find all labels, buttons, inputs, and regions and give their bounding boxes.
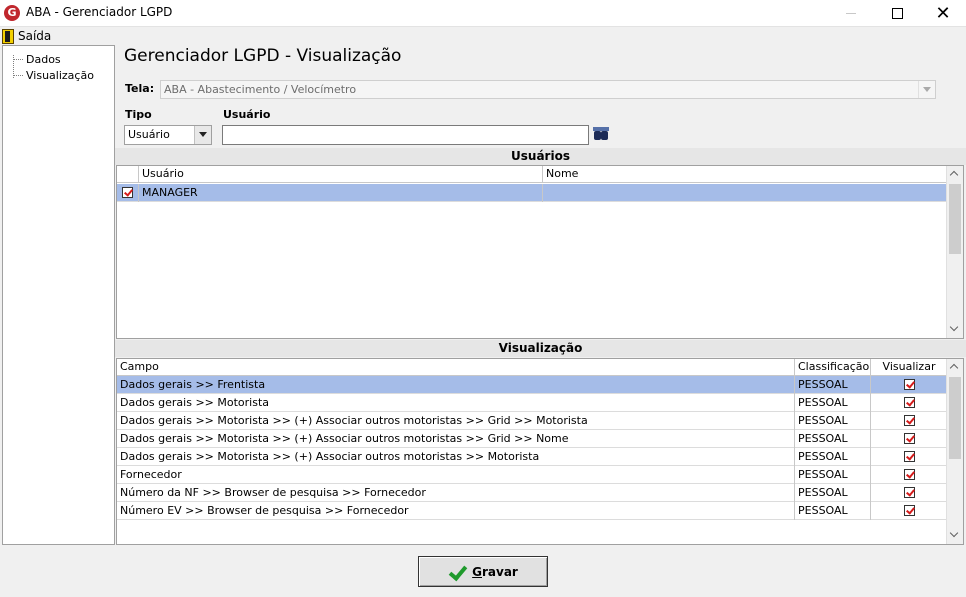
app-logo-icon: G: [4, 5, 20, 21]
usuarios-scrollbar[interactable]: [946, 166, 963, 338]
checkbox-checked-icon[interactable]: [903, 414, 915, 426]
menu-item-exit-label: Saída: [18, 29, 52, 43]
cell-campo: Número EV >> Browser de pesquisa >> Forn…: [117, 502, 795, 520]
exit-door-icon: [2, 28, 14, 44]
column-header-nome[interactable]: Nome: [543, 166, 948, 183]
cell-classificacao: PESSOAL: [795, 448, 871, 466]
cell-classificacao: PESSOAL: [795, 376, 871, 394]
table-row[interactable]: Número EV >> Browser de pesquisa >> Forn…: [117, 502, 948, 520]
cell-visualizar[interactable]: [871, 412, 948, 430]
cell-usuario: MANAGER: [139, 184, 543, 202]
checkbox-checked-icon[interactable]: [903, 504, 915, 516]
cell-visualizar[interactable]: [871, 484, 948, 502]
tipo-label: Tipo: [125, 108, 152, 121]
cell-visualizar[interactable]: [871, 376, 948, 394]
cell-visualizar[interactable]: [871, 502, 948, 520]
checkbox-checked-icon[interactable]: [903, 468, 915, 480]
page-title: Gerenciador LGPD - Visualização: [124, 46, 402, 66]
title-bar: G ABA - Gerenciador LGPD ✕: [0, 0, 966, 27]
cell-campo: Fornecedor: [117, 466, 795, 484]
cell-classificacao: PESSOAL: [795, 466, 871, 484]
save-button[interactable]: Gravar: [418, 556, 548, 587]
checkbox-checked-icon[interactable]: [903, 450, 915, 462]
usuarios-grid: Usuário Nome MANAGER: [116, 165, 964, 339]
cell-campo: Dados gerais >> Motorista >> (+) Associa…: [117, 412, 795, 430]
visualizacao-section-header: Visualização: [115, 340, 966, 357]
checkbox-checked-icon[interactable]: [903, 486, 915, 498]
cell-campo: Dados gerais >> Frentista: [117, 376, 795, 394]
cell-visualizar[interactable]: [871, 448, 948, 466]
close-button[interactable]: ✕: [920, 0, 966, 27]
chevron-down-icon[interactable]: [918, 81, 935, 98]
table-row[interactable]: Número da NF >> Browser de pesquisa >> F…: [117, 484, 948, 502]
save-button-label: Gravar: [472, 564, 518, 579]
table-row[interactable]: Dados gerais >> Motorista >> (+) Associa…: [117, 448, 948, 466]
binoculars-search-icon[interactable]: [593, 127, 609, 141]
tipo-select[interactable]: Usuário: [124, 125, 212, 145]
cell-classificacao: PESSOAL: [795, 394, 871, 412]
usuario-search-input[interactable]: [222, 125, 589, 145]
tree-item-visualizacao[interactable]: Visualização: [13, 68, 94, 82]
cell-campo: Dados gerais >> Motorista: [117, 394, 795, 412]
column-header-visualizar[interactable]: Visualizar: [871, 359, 948, 376]
tela-select-value: ABA - Abastecimento / Velocímetro: [164, 83, 357, 96]
visualizacao-grid-header: Campo Classificação Visualizar: [117, 359, 948, 376]
table-row[interactable]: Dados gerais >> Motorista >> (+) Associa…: [117, 412, 948, 430]
chevron-down-icon[interactable]: [194, 126, 211, 144]
window-title: ABA - Gerenciador LGPD: [26, 5, 173, 19]
tree-item-label: Visualização: [26, 68, 94, 82]
cell-nome: [543, 184, 948, 202]
tree-item-dados[interactable]: Dados: [13, 52, 61, 66]
tree-branch-line: [13, 74, 23, 76]
menu-item-exit[interactable]: Saída: [2, 28, 51, 44]
minimize-button[interactable]: [828, 0, 874, 27]
maximize-button[interactable]: [874, 0, 920, 27]
row-checkbox[interactable]: [117, 184, 139, 202]
cell-visualizar[interactable]: [871, 430, 948, 448]
checkbox-checked-icon[interactable]: [903, 378, 915, 390]
column-header-usuario[interactable]: Usuário: [139, 166, 543, 183]
cell-campo: Dados gerais >> Motorista >> (+) Associa…: [117, 448, 795, 466]
cell-classificacao: PESSOAL: [795, 484, 871, 502]
usuarios-section-header: Usuários: [115, 148, 966, 165]
cell-classificacao: PESSOAL: [795, 502, 871, 520]
column-header-campo[interactable]: Campo: [117, 359, 795, 376]
checkbox-checked-icon[interactable]: [122, 186, 133, 198]
visualizacao-scrollbar[interactable]: [946, 359, 963, 544]
menu-bar: Saída: [0, 27, 966, 45]
visualizacao-grid: Campo Classificação Visualizar Dados ger…: [116, 358, 964, 545]
column-header-check: [117, 166, 139, 183]
checkbox-checked-icon[interactable]: [903, 432, 915, 444]
tela-select[interactable]: ABA - Abastecimento / Velocímetro: [160, 80, 936, 99]
scroll-up-icon[interactable]: [947, 359, 963, 376]
table-row[interactable]: Dados gerais >> Frentista PESSOAL: [117, 376, 948, 394]
cell-classificacao: PESSOAL: [795, 430, 871, 448]
usuario-label: Usuário: [223, 108, 271, 121]
checkbox-checked-icon[interactable]: [903, 396, 915, 408]
table-row[interactable]: Dados gerais >> Motorista PESSOAL: [117, 394, 948, 412]
table-row[interactable]: Fornecedor PESSOAL: [117, 466, 948, 484]
scroll-down-icon[interactable]: [947, 527, 963, 544]
scroll-down-icon[interactable]: [947, 321, 963, 338]
scroll-up-icon[interactable]: [947, 166, 963, 183]
cell-campo: Número da NF >> Browser de pesquisa >> F…: [117, 484, 795, 502]
tipo-select-value: Usuário: [128, 128, 170, 141]
tree-branch-line: [13, 58, 23, 60]
cell-classificacao: PESSOAL: [795, 412, 871, 430]
scroll-thumb[interactable]: [949, 377, 961, 459]
table-row[interactable]: MANAGER: [117, 184, 948, 202]
usuarios-grid-header: Usuário Nome: [117, 166, 948, 183]
scroll-thumb[interactable]: [949, 184, 961, 254]
tree-item-label: Dados: [26, 52, 61, 66]
checkmark-icon: [448, 565, 466, 579]
table-row[interactable]: Dados gerais >> Motorista >> (+) Associa…: [117, 430, 948, 448]
column-header-classificacao[interactable]: Classificação: [795, 359, 871, 376]
navigation-tree: Dados Visualização: [2, 45, 115, 545]
cell-visualizar[interactable]: [871, 466, 948, 484]
tela-label: Tela:: [125, 82, 155, 95]
cell-campo: Dados gerais >> Motorista >> (+) Associa…: [117, 430, 795, 448]
cell-visualizar[interactable]: [871, 394, 948, 412]
